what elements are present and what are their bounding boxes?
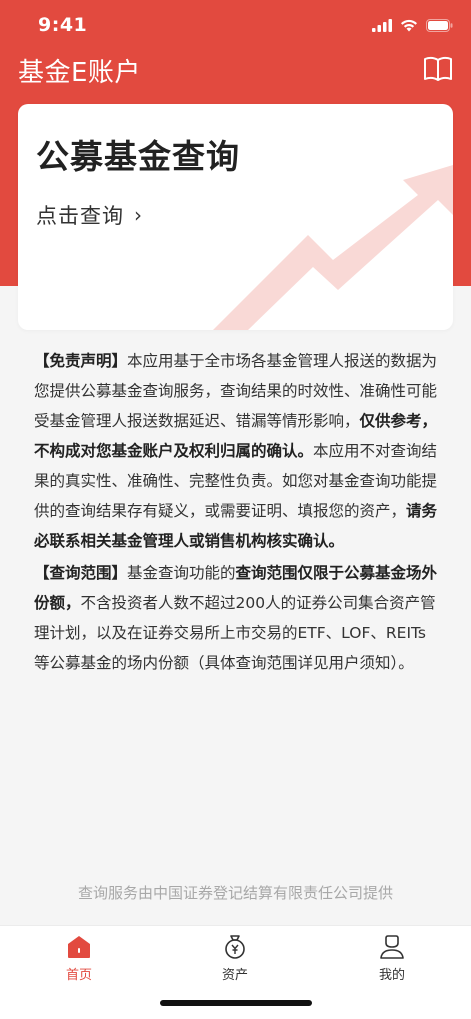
- nav-bar: 基金E账户: [0, 50, 471, 90]
- query-link[interactable]: 点击查询 ›: [36, 200, 143, 230]
- tab-me[interactable]: 我的: [352, 934, 432, 990]
- status-bar: 9:41: [0, 0, 471, 50]
- book-icon[interactable]: [423, 56, 453, 82]
- query-scope-paragraph: 【查询范围】基金查询功能的查询范围仅限于公募基金场外份额，不含投资者人数不超过2…: [34, 558, 438, 678]
- query-link-label: 点击查询: [36, 204, 124, 228]
- home-icon: [68, 936, 90, 958]
- app-title: 基金E账户: [18, 58, 141, 88]
- text-segment: 基金查询功能的: [127, 564, 236, 582]
- bold-text-segment: 【免责声明】: [34, 352, 128, 370]
- wifi-icon: [401, 19, 417, 31]
- tab-assets[interactable]: 资产: [195, 934, 275, 990]
- text-segment: 不含投资者人数不超过200人的证券公司集合资产管理计划，以及在证券交易所上市交易…: [34, 594, 436, 672]
- tab-home[interactable]: 首页: [39, 934, 119, 990]
- user-icon: [380, 935, 404, 959]
- tab-assets-label: 资产: [221, 968, 248, 983]
- chevron-right-icon: ›: [134, 203, 143, 227]
- card-title: 公募基金查询: [36, 137, 240, 176]
- signal-icon: [372, 18, 392, 32]
- tab-me-label: 我的: [378, 968, 405, 983]
- status-time: 9:41: [38, 14, 88, 36]
- provider-note: 查询服务由中国证券登记结算有限责任公司提供: [77, 884, 393, 902]
- status-icons: [372, 17, 453, 33]
- tab-home-label: 首页: [65, 968, 92, 983]
- disclaimer-paragraph: 【免责声明】本应用基于全市场各基金管理人报送的数据为您提供公募基金查询服务，查询…: [34, 346, 438, 556]
- disclaimer-text: 【免责声明】本应用基于全市场各基金管理人报送的数据为您提供公募基金查询服务，查询…: [34, 346, 438, 680]
- fund-query-card[interactable]: 公募基金查询 点击查询 ›: [18, 104, 453, 330]
- bold-text-segment: 【查询范围】: [34, 564, 128, 582]
- trend-arrow-decoration: [213, 165, 453, 330]
- battery-icon: [426, 18, 453, 32]
- home-indicator: [160, 1000, 312, 1006]
- money-bag-icon: [225, 935, 245, 959]
